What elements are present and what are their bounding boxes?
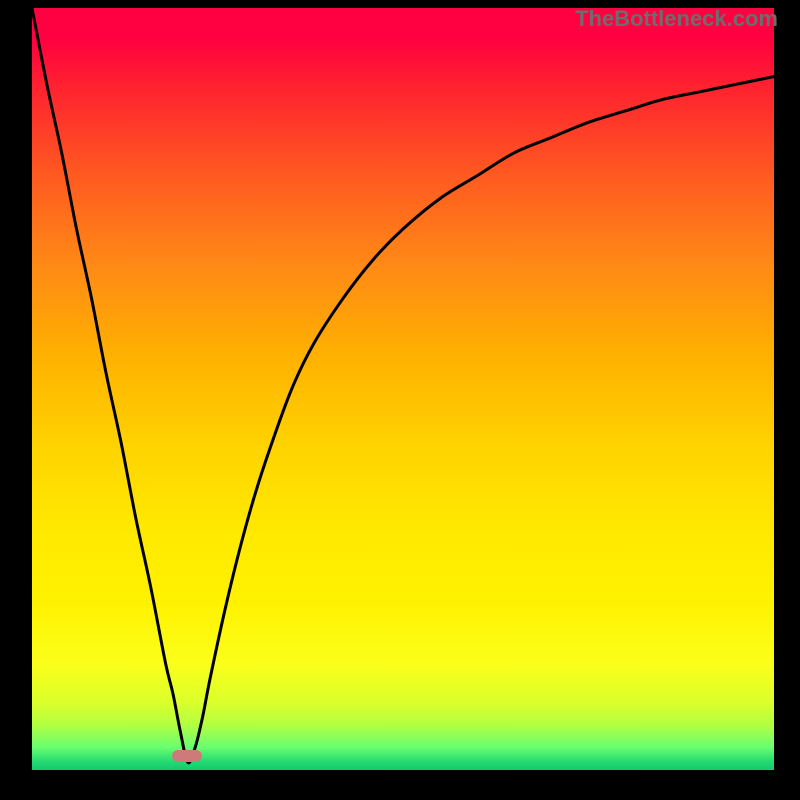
plot-area <box>32 8 774 770</box>
chart-frame: TheBottleneck.com <box>0 0 800 800</box>
optimum-marker <box>172 750 202 762</box>
bottleneck-curve <box>32 8 774 770</box>
curve-path <box>32 8 774 763</box>
watermark-text: TheBottleneck.com <box>575 6 778 32</box>
